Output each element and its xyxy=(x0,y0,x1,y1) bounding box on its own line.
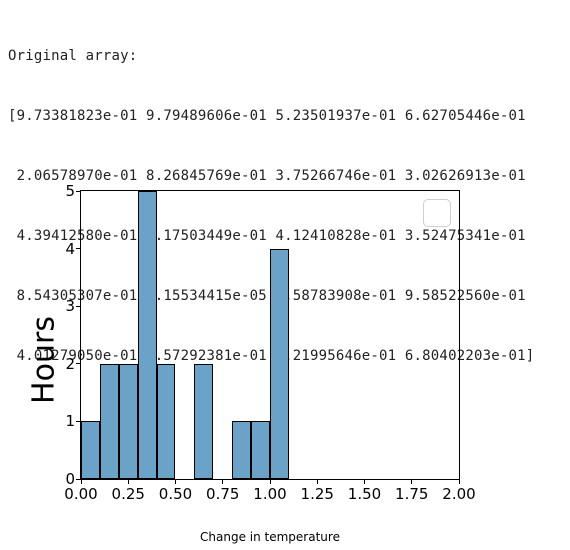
x-tick-label: 0.25 xyxy=(112,485,145,503)
x-tick-mark xyxy=(411,479,412,484)
x-tick-mark xyxy=(364,479,365,484)
y-tick-label: 1 xyxy=(45,412,75,430)
x-tick-label: 1.00 xyxy=(253,485,286,503)
y-tick-mark xyxy=(76,248,81,249)
histogram-bar xyxy=(157,364,176,479)
histogram-bar xyxy=(100,364,119,479)
x-tick-label: 1.25 xyxy=(301,485,334,503)
y-tick-mark xyxy=(76,306,81,307)
page-root: Original array: [9.73381823e-01 9.794896… xyxy=(0,0,570,550)
histogram-bar xyxy=(119,364,138,479)
y-tick-mark xyxy=(76,363,81,364)
array-title: Original array: xyxy=(8,46,534,66)
histogram-bar xyxy=(270,249,289,479)
y-tick-label: 5 xyxy=(45,182,75,200)
x-tick-mark xyxy=(317,479,318,484)
histogram-bar xyxy=(251,421,270,479)
histogram-bar xyxy=(232,421,251,479)
plot-area: 012345 0.000.250.500.751.001.251.501.752… xyxy=(80,190,460,480)
x-tick-mark xyxy=(270,479,271,484)
x-tick-mark xyxy=(175,479,176,484)
histogram-bar xyxy=(194,364,213,479)
chart: Hours 012345 0.000.250.500.751.001.251.5… xyxy=(30,180,510,540)
y-tick-label: 2 xyxy=(45,355,75,373)
x-tick-label: 1.50 xyxy=(348,485,381,503)
x-tick-mark xyxy=(459,479,460,484)
histogram-bar xyxy=(138,191,157,479)
x-tick-mark xyxy=(81,479,82,484)
y-tick-label: 4 xyxy=(45,240,75,258)
x-tick-label: 0.00 xyxy=(64,485,97,503)
y-tick-mark xyxy=(76,191,81,192)
x-axis-label: Change in temperature xyxy=(30,530,510,544)
x-tick-label: 2.00 xyxy=(442,485,475,503)
x-tick-mark xyxy=(128,479,129,484)
y-tick-label: 3 xyxy=(45,297,75,315)
y-tick-mark xyxy=(76,421,81,422)
x-tick-label: 1.75 xyxy=(395,485,428,503)
x-tick-mark xyxy=(222,479,223,484)
x-tick-label: 0.75 xyxy=(206,485,239,503)
array-row-0: [9.73381823e-01 9.79489606e-01 5.2350193… xyxy=(8,106,534,126)
histogram-bar xyxy=(81,421,100,479)
x-tick-label: 0.50 xyxy=(159,485,192,503)
bars-container xyxy=(81,191,459,479)
